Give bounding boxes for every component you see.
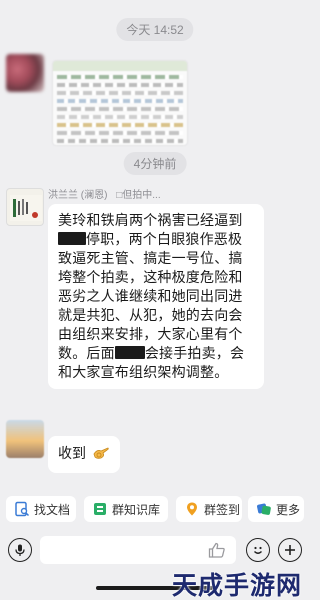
message-bubble-reply[interactable]: 收到: [48, 436, 120, 473]
quick-action-toolbar: 找文档 群知识库 群签到 更多: [0, 496, 310, 526]
emoji-icon: [254, 546, 262, 554]
document-search-icon: [15, 501, 30, 517]
message-text: 美玲和铁肩两个祸害已经逼到停职，两个白眼狼作恶极致逼死主管、搞走一号位、搞垮整个…: [58, 211, 254, 382]
knowledge-base-icon: [94, 503, 106, 515]
message-text-part3: 后面: [86, 345, 115, 361]
find-document-label: 找文档: [34, 502, 71, 517]
timestamp-top: 今天 14:52: [116, 18, 194, 41]
sender-name-text: 洪兰兰 (澜恩): [48, 190, 108, 201]
group-checkin-button[interactable]: 群签到: [176, 496, 242, 522]
message-input[interactable]: [40, 536, 236, 564]
redaction-block: [58, 232, 86, 245]
emoji-button[interactable]: [246, 538, 270, 562]
more-label: 更多: [276, 502, 301, 517]
avatar[interactable]: [6, 54, 44, 92]
microphone-icon: [15, 544, 25, 556]
more-button[interactable]: 更多: [248, 496, 304, 522]
ok-hand-icon: [92, 445, 110, 465]
plus-icon: [285, 545, 295, 555]
knowledge-base-label: 群知识库: [112, 502, 161, 517]
group-knowledge-base-button[interactable]: 群知识库: [84, 496, 168, 522]
thumbs-up-icon[interactable]: [208, 542, 226, 563]
add-button[interactable]: [278, 538, 302, 562]
voice-button[interactable]: [8, 538, 32, 562]
sender-name: 洪兰兰 (澜恩) □但拍中...: [48, 186, 161, 201]
spreadsheet-image-message[interactable]: [52, 60, 188, 146]
message-text-part1: 美玲和铁肩两个祸害已经逼到: [58, 212, 243, 228]
checkin-label: 群签到: [204, 502, 241, 517]
message-input-bar: [0, 530, 310, 570]
reply-text: 收到: [58, 445, 86, 461]
avatar[interactable]: [6, 188, 44, 226]
redaction-block: [114, 346, 145, 359]
watermark: 天成手游网: [171, 572, 302, 600]
sender-status: □但拍中...: [116, 190, 161, 201]
more-icon: [257, 503, 271, 515]
location-checkin-icon: [187, 502, 197, 516]
avatar[interactable]: [6, 420, 44, 458]
timestamp-mid: 4分钟前: [123, 152, 187, 175]
message-bubble-long[interactable]: 美玲和铁肩两个祸害已经逼到停职，两个白眼狼作恶极致逼死主管、搞走一号位、搞垮整个…: [48, 204, 264, 389]
message-text-part2: 停职，两个白眼狼作恶极致逼死主管、搞走一号位、搞垮整个拍卖，这种极度危险和恶劣之…: [58, 231, 243, 361]
find-document-button[interactable]: 找文档: [6, 496, 76, 522]
